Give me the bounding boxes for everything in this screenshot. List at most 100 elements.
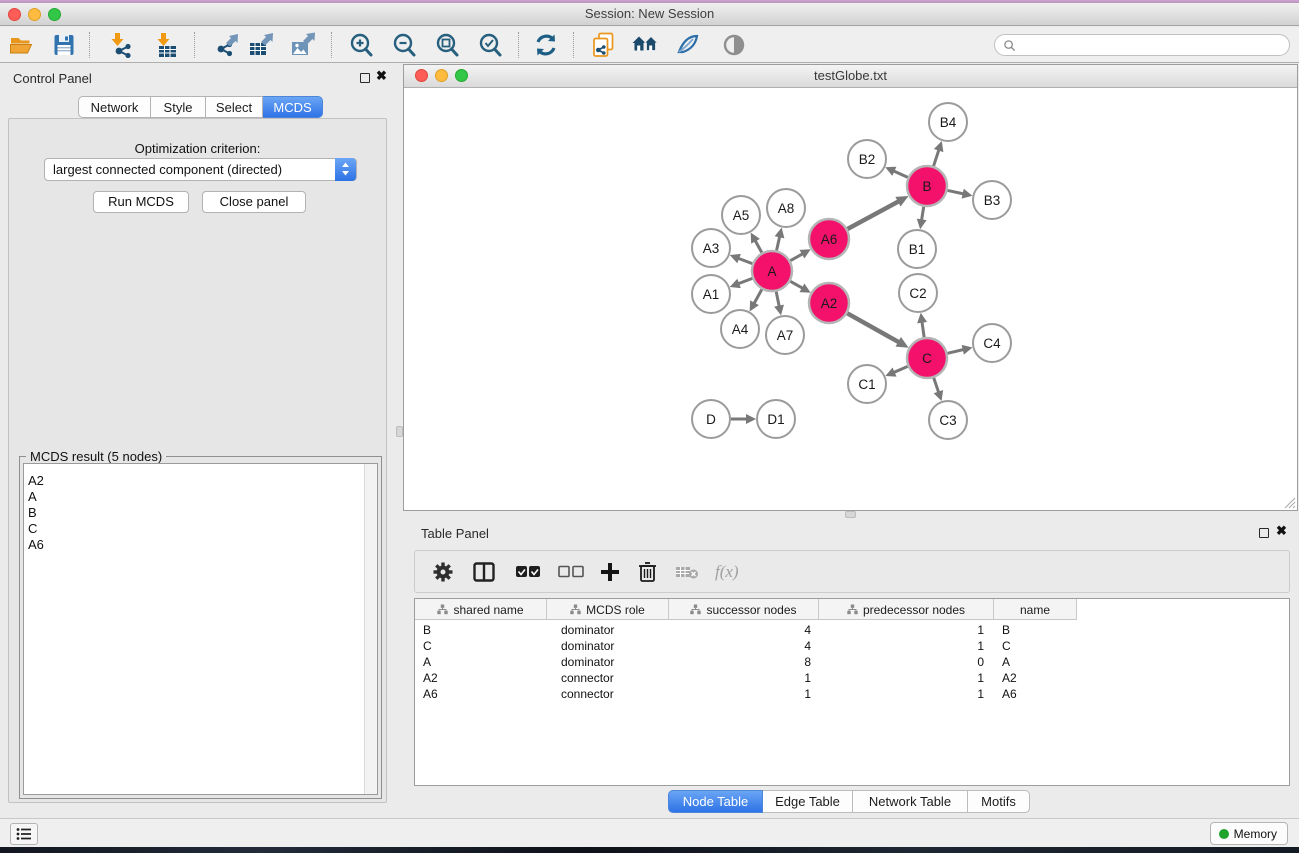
table-row[interactable]: A6connector11A6 <box>415 686 1289 702</box>
run-mcds-button[interactable]: Run MCDS <box>93 191 189 213</box>
edge-A-A6[interactable] <box>790 254 803 261</box>
create-column-button[interactable] <box>600 559 620 585</box>
tab-network-table[interactable]: Network Table <box>853 790 968 813</box>
import-network-button[interactable] <box>108 32 134 58</box>
mcds-result-item[interactable]: C <box>24 521 377 537</box>
node-D1[interactable]: D1 <box>757 400 795 438</box>
tab-motifs[interactable]: Motifs <box>968 790 1030 813</box>
save-session-button[interactable] <box>51 32 77 58</box>
open-session-button[interactable] <box>9 32 35 58</box>
network-close-button[interactable] <box>415 69 428 82</box>
zoom-out-button[interactable] <box>391 32 417 58</box>
network-window-titlebar[interactable]: testGlobe.txt <box>404 65 1297 88</box>
column-header-MCDS-role[interactable]: MCDS role <box>547 599 669 620</box>
mcds-result-item[interactable]: A6 <box>24 537 377 553</box>
zoom-fit-button[interactable] <box>434 32 460 58</box>
refresh-layout-button[interactable] <box>533 32 559 58</box>
node-C4[interactable]: C4 <box>973 324 1011 362</box>
node-A1[interactable]: A1 <box>692 275 730 313</box>
import-table-button[interactable] <box>154 32 180 58</box>
edge-A-A8[interactable] <box>777 236 780 250</box>
node-A3[interactable]: A3 <box>692 229 730 267</box>
home-view-button[interactable] <box>632 32 658 58</box>
table-row[interactable]: A2connector11A2 <box>415 670 1289 686</box>
tab-select[interactable]: Select <box>206 96 263 118</box>
optimization-criterion-select[interactable]: largest connected component (directed) <box>44 158 357 181</box>
column-header-successor-nodes[interactable]: successor nodes <box>669 599 819 620</box>
edge-A-A1[interactable] <box>738 278 752 283</box>
panel-splitter-handle[interactable] <box>396 426 403 437</box>
zoom-selected-button[interactable] <box>477 32 503 58</box>
node-D[interactable]: D <box>692 400 730 438</box>
delete-column-button[interactable] <box>638 559 657 585</box>
control-panel-float-icon[interactable] <box>360 73 370 83</box>
horizontal-splitter-handle[interactable] <box>845 511 856 518</box>
search-input[interactable] <box>994 34 1290 56</box>
column-header-name[interactable]: name <box>994 599 1077 620</box>
table-panel-close-icon[interactable]: ✖ <box>1276 523 1287 539</box>
export-table-button[interactable] <box>248 32 274 58</box>
column-header-predecessor-nodes[interactable]: predecessor nodes <box>819 599 994 620</box>
node-B[interactable]: B <box>907 166 947 206</box>
function-builder-button[interactable]: f(x) <box>715 559 739 585</box>
node-A8[interactable]: A8 <box>767 189 805 227</box>
node-C2[interactable]: C2 <box>899 274 937 312</box>
table-row[interactable]: Cdominator41C <box>415 638 1289 654</box>
select-all-button[interactable] <box>515 559 541 585</box>
task-history-button[interactable] <box>10 823 38 845</box>
edge-B-B1[interactable] <box>922 207 924 221</box>
node-A6[interactable]: A6 <box>809 219 849 259</box>
edge-B-B2[interactable] <box>893 171 907 177</box>
node-A5[interactable]: A5 <box>722 196 760 234</box>
column-header-shared-name[interactable]: shared name <box>415 599 547 620</box>
minimize-window-button[interactable] <box>28 8 41 21</box>
control-panel-close-icon[interactable]: ✖ <box>376 68 387 84</box>
node-C[interactable]: C <box>907 338 947 378</box>
tab-mcds[interactable]: MCDS <box>263 96 323 118</box>
edge-A-A5[interactable] <box>755 240 762 252</box>
edge-B-B3[interactable] <box>948 190 964 193</box>
table-panel-float-icon[interactable] <box>1259 528 1269 538</box>
tab-network[interactable]: Network <box>78 96 151 118</box>
edge-C-C2[interactable] <box>922 322 924 337</box>
edge-C-C1[interactable] <box>894 366 908 372</box>
resize-grip-icon[interactable] <box>1284 497 1296 509</box>
edge-A-A4[interactable] <box>754 289 762 303</box>
node-C1[interactable]: C1 <box>848 365 886 403</box>
node-B1[interactable]: B1 <box>898 230 936 268</box>
mcds-result-item[interactable]: A2 <box>24 473 377 489</box>
node-A7[interactable]: A7 <box>766 316 804 354</box>
mcds-result-item[interactable]: A <box>24 489 377 505</box>
close-panel-button[interactable]: Close panel <box>202 191 306 213</box>
edge-A-A3[interactable] <box>738 258 752 263</box>
mcds-result-list[interactable]: A2ABCA6 <box>23 463 378 795</box>
close-window-button[interactable] <box>8 8 21 21</box>
network-canvas[interactable]: B4 B2 B B3 A5A8A6 B1 A3 A C2 A1 A2 A4A7 C4 C C1 C3 D D1 <box>404 88 1297 510</box>
node-A2[interactable]: A2 <box>809 283 849 323</box>
delete-table-button[interactable] <box>675 559 699 585</box>
node-B4[interactable]: B4 <box>929 103 967 141</box>
table-row[interactable]: Bdominator41B <box>415 622 1289 638</box>
edge-C-C4[interactable] <box>947 350 963 354</box>
edge-A-A7[interactable] <box>776 292 779 307</box>
edge-C-C3[interactable] <box>934 378 939 393</box>
network-zoom-button[interactable] <box>455 69 468 82</box>
node-B3[interactable]: B3 <box>973 181 1011 219</box>
export-image-button[interactable] <box>290 32 316 58</box>
result-scrollbar[interactable] <box>364 464 377 794</box>
deselect-all-button[interactable] <box>558 559 584 585</box>
tab-style[interactable]: Style <box>151 96 206 118</box>
node-A4[interactable]: A4 <box>721 310 759 348</box>
export-network-button[interactable] <box>214 32 240 58</box>
node-B2[interactable]: B2 <box>848 140 886 178</box>
tab-node-table[interactable]: Node Table <box>668 790 763 813</box>
network-minimize-button[interactable] <box>435 69 448 82</box>
edge-B-B4[interactable] <box>934 150 939 166</box>
edge-A-A2[interactable] <box>790 281 803 288</box>
zoom-window-button[interactable] <box>48 8 61 21</box>
edge-A6-B[interactable] <box>847 201 898 229</box>
table-row[interactable]: Adominator80A <box>415 654 1289 670</box>
show-graphics-button[interactable] <box>721 32 747 58</box>
node-A[interactable]: A <box>752 251 792 291</box>
node-C3[interactable]: C3 <box>929 401 967 439</box>
